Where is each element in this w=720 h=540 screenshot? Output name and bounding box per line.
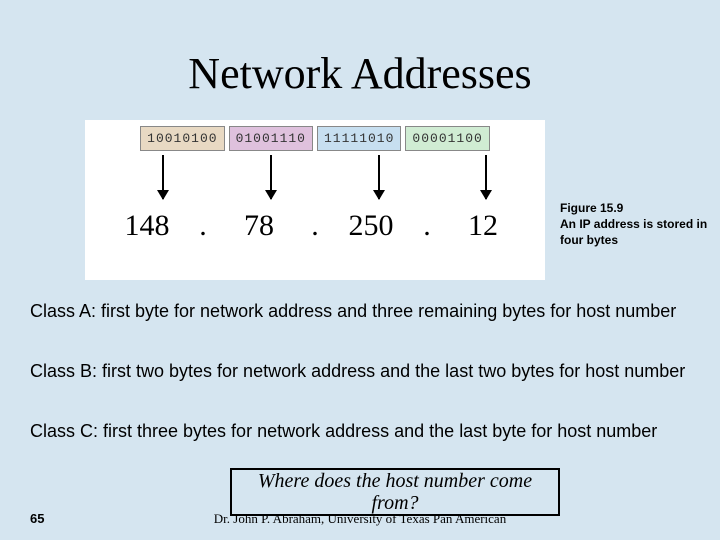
byte-1-binary: 01001110 <box>229 126 313 151</box>
binary-bytes-row: 10010100 01001110 11111010 00001100 <box>85 120 545 151</box>
caption-figure-number: Figure 15.9 <box>560 200 710 216</box>
page-number: 65 <box>30 511 44 526</box>
arrow-icon <box>485 155 487 199</box>
arrow-icon <box>378 155 380 199</box>
class-a-text: Class A: first byte for network address … <box>30 300 690 323</box>
footer-author: Dr. John P. Abraham, University of Texas… <box>0 511 720 527</box>
byte-0-decimal: 148 <box>97 209 197 243</box>
arrow-icon <box>270 155 272 199</box>
caption-text: An IP address is stored in four bytes <box>560 216 710 248</box>
page-title: Network Addresses <box>0 0 720 99</box>
dot-separator: . <box>309 209 321 243</box>
byte-3-decimal: 12 <box>433 209 533 243</box>
byte-0-binary: 10010100 <box>140 126 224 151</box>
class-c-text: Class C: first three bytes for network a… <box>30 420 690 443</box>
question-callout: Where does the host number come from? <box>230 468 560 516</box>
figure-caption: Figure 15.9 An IP address is stored in f… <box>560 200 710 249</box>
decimal-bytes-row: 148 . 78 . 250 . 12 <box>85 209 545 243</box>
ip-bytes-figure: 10010100 01001110 11111010 00001100 148 … <box>85 120 545 280</box>
byte-2-binary: 11111010 <box>317 126 401 151</box>
dot-separator: . <box>421 209 433 243</box>
arrow-row <box>85 151 545 211</box>
byte-2-decimal: 250 <box>321 209 421 243</box>
dot-separator: . <box>197 209 209 243</box>
byte-1-decimal: 78 <box>209 209 309 243</box>
arrow-icon <box>162 155 164 199</box>
slide: Network Addresses 10010100 01001110 1111… <box>0 0 720 540</box>
question-text: Where does the host number come from? <box>236 470 554 514</box>
byte-3-binary: 00001100 <box>405 126 489 151</box>
class-b-text: Class B: first two bytes for network add… <box>30 360 690 383</box>
